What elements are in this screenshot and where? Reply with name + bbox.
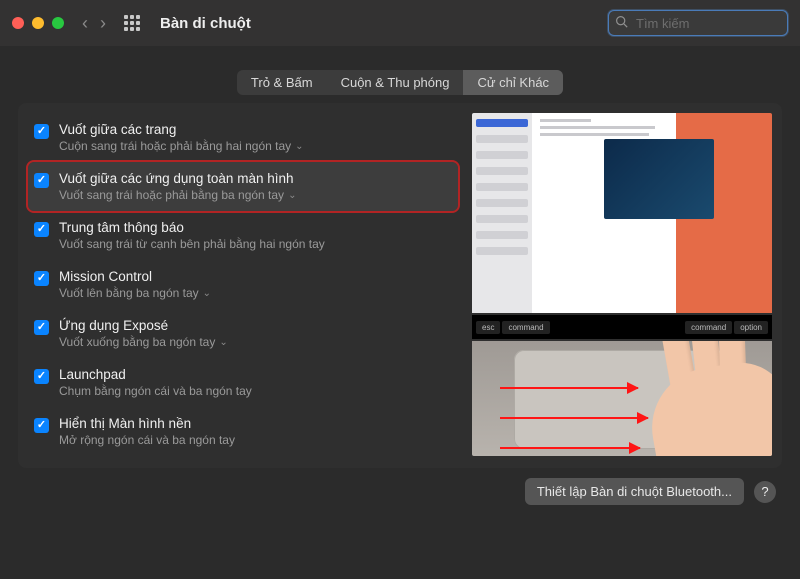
search-field[interactable] xyxy=(608,10,788,36)
option-subtitle: Mở rộng ngón cái và ba ngón tay xyxy=(59,433,235,447)
option-app-expose[interactable]: Ứng dụng Exposé Vuốt xuống bằng ba ngón … xyxy=(28,309,458,358)
option-title: Mission Control xyxy=(59,269,211,284)
help-button[interactable]: ? xyxy=(754,481,776,503)
checkbox[interactable] xyxy=(34,222,49,237)
checkbox[interactable] xyxy=(34,369,49,384)
page-title: Bàn di chuột xyxy=(160,15,251,32)
search-input[interactable] xyxy=(636,16,800,31)
maximize-icon[interactable] xyxy=(52,17,64,29)
checkbox[interactable] xyxy=(34,173,49,188)
option-title: Vuốt giữa các ứng dụng toàn màn hình xyxy=(59,171,296,186)
option-title: Trung tâm thông báo xyxy=(59,220,325,235)
chevron-down-icon: ⌄ xyxy=(295,141,303,152)
checkbox[interactable] xyxy=(34,124,49,139)
option-title: Launchpad xyxy=(59,367,252,382)
tab-more-gestures[interactable]: Cử chỉ Khác xyxy=(463,70,563,95)
main-panel: Vuốt giữa các trang Cuộn sang trái hoặc … xyxy=(18,103,782,468)
forward-button[interactable]: › xyxy=(100,13,106,34)
option-show-desktop[interactable]: Hiển thị Màn hình nền Mở rộng ngón cái v… xyxy=(28,407,458,456)
tab-point-click[interactable]: Trỏ & Bấm xyxy=(237,70,327,95)
option-title: Hiển thị Màn hình nền xyxy=(59,416,235,431)
close-icon[interactable] xyxy=(12,17,24,29)
all-prefs-icon[interactable] xyxy=(124,15,140,31)
minimize-icon[interactable] xyxy=(32,17,44,29)
touchbar: esc command command option xyxy=(472,315,772,339)
chevron-down-icon: ⌄ xyxy=(288,190,296,201)
back-button[interactable]: ‹ xyxy=(82,13,88,34)
touchbar-key: esc xyxy=(476,321,500,334)
touchbar-key: option xyxy=(734,321,768,334)
option-subtitle-dropdown[interactable]: Vuốt xuống bằng ba ngón tay⌄ xyxy=(59,335,228,349)
nav-arrows: ‹ › xyxy=(82,13,106,34)
option-title: Ứng dụng Exposé xyxy=(59,318,228,333)
option-subtitle-dropdown[interactable]: Vuốt sang trái hoặc phải bằng ba ngón ta… xyxy=(59,188,296,202)
search-icon xyxy=(615,15,628,31)
option-launchpad[interactable]: Launchpad Chụm bằng ngón cái và ba ngón … xyxy=(28,358,458,407)
chevron-down-icon: ⌄ xyxy=(203,288,211,299)
touchbar-key: command xyxy=(685,321,732,334)
touchbar-key: command xyxy=(502,321,549,334)
tab-scroll-zoom[interactable]: Cuộn & Thu phóng xyxy=(327,70,464,95)
preview-screen xyxy=(472,113,772,313)
option-subtitle: Vuốt sang trái từ cạnh bên phải bằng hai… xyxy=(59,237,325,251)
option-notification-center[interactable]: Trung tâm thông báo Vuốt sang trái từ cạ… xyxy=(28,211,458,260)
window-controls xyxy=(12,17,64,29)
option-subtitle-dropdown[interactable]: Cuộn sang trái hoặc phải bằng hai ngón t… xyxy=(59,139,304,153)
option-mission-control[interactable]: Mission Control Vuốt lên bằng ba ngón ta… xyxy=(28,260,458,309)
preview-trackpad xyxy=(472,341,772,456)
setup-bluetooth-button[interactable]: Thiết lập Bàn di chuột Bluetooth... xyxy=(525,478,744,505)
hand-icon xyxy=(612,341,772,456)
option-subtitle-dropdown[interactable]: Vuốt lên bằng ba ngón tay⌄ xyxy=(59,286,211,300)
option-swipe-pages[interactable]: Vuốt giữa các trang Cuộn sang trái hoặc … xyxy=(28,113,458,162)
tab-bar: Trỏ & Bấm Cuộn & Thu phóng Cử chỉ Khác xyxy=(237,70,563,95)
checkbox[interactable] xyxy=(34,271,49,286)
titlebar: ‹ › Bàn di chuột xyxy=(0,0,800,46)
checkbox[interactable] xyxy=(34,320,49,335)
footer: Thiết lập Bàn di chuột Bluetooth... ? xyxy=(18,468,782,505)
options-list: Vuốt giữa các trang Cuộn sang trái hoặc … xyxy=(28,113,458,456)
checkbox[interactable] xyxy=(34,418,49,433)
option-swipe-fullscreen-apps[interactable]: Vuốt giữa các ứng dụng toàn màn hình Vuố… xyxy=(28,162,458,211)
option-title: Vuốt giữa các trang xyxy=(59,122,304,137)
gesture-preview: esc command command option xyxy=(472,113,772,456)
chevron-down-icon: ⌄ xyxy=(219,337,227,348)
option-subtitle: Chụm bằng ngón cái và ba ngón tay xyxy=(59,384,252,398)
